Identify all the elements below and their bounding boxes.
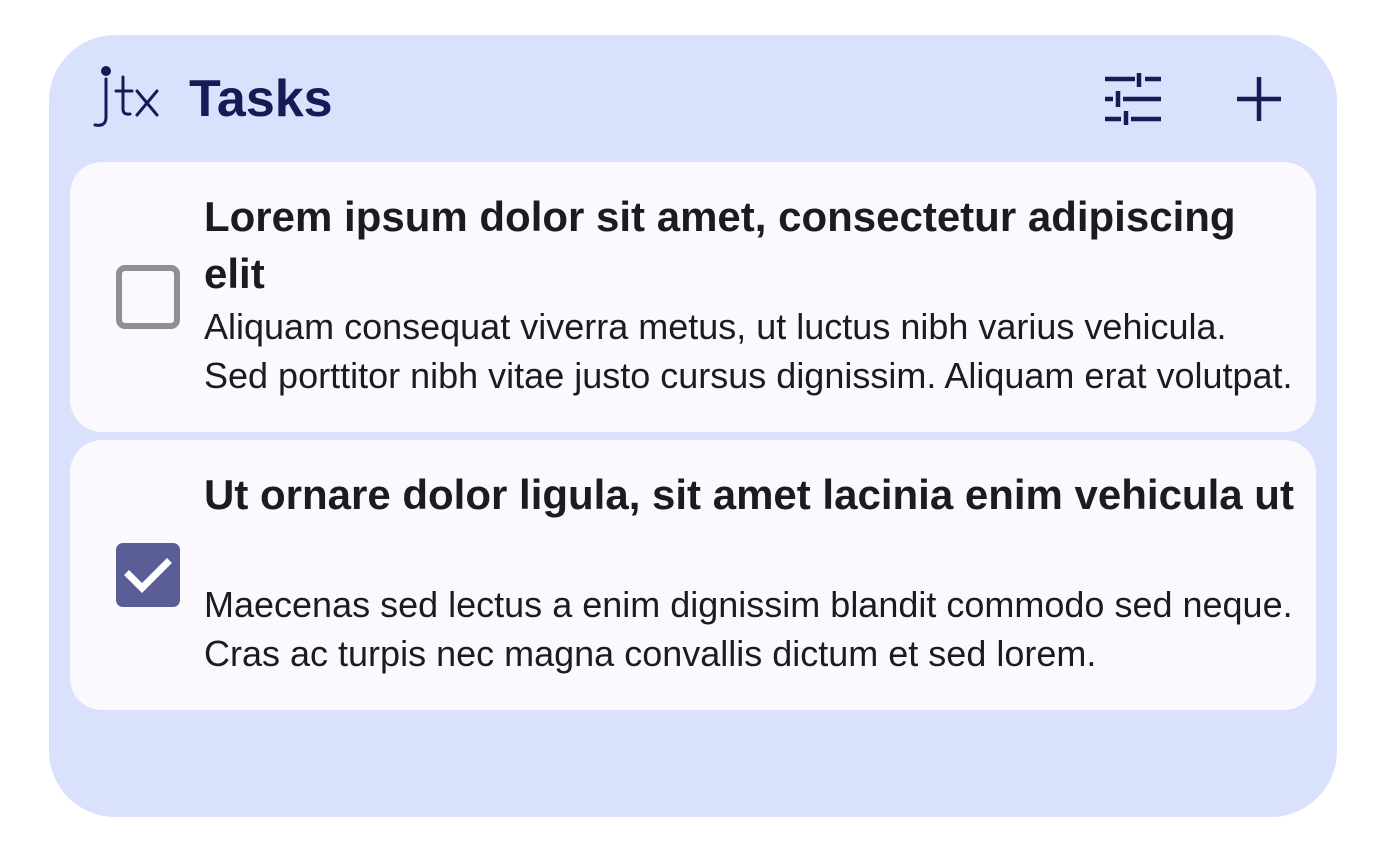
tasks-widget: jtx Tasks bbox=[49, 35, 1337, 817]
task-title: Ut ornare dolor ligula, sit amet lacinia… bbox=[204, 471, 1294, 518]
filter-button[interactable] bbox=[1101, 69, 1165, 129]
widget-title: Tasks bbox=[189, 70, 333, 128]
checkbox-checked[interactable] bbox=[116, 543, 180, 607]
task-description: Maecenas sed lectus a enim dignissim bla… bbox=[204, 584, 1293, 674]
checkbox-unchecked[interactable] bbox=[116, 265, 180, 329]
task-item[interactable]: Lorem ipsum dolor sit amet, consectetur … bbox=[70, 162, 1316, 432]
add-task-button[interactable] bbox=[1227, 69, 1291, 129]
task-item[interactable]: Ut ornare dolor ligula, sit amet lacinia… bbox=[70, 440, 1316, 710]
plus-icon bbox=[1237, 77, 1281, 121]
tune-sliders-icon bbox=[1105, 73, 1161, 125]
jtx-logo-icon: jtx bbox=[93, 66, 159, 127]
task-content: Ut ornare dolor ligula, sit amet lacinia… bbox=[204, 466, 1294, 678]
task-content: Lorem ipsum dolor sit amet, consectetur … bbox=[204, 188, 1294, 400]
task-title: Lorem ipsum dolor sit amet, consectetur … bbox=[204, 193, 1236, 297]
task-description: Aliquam consequat viverra metus, ut luct… bbox=[204, 306, 1293, 396]
